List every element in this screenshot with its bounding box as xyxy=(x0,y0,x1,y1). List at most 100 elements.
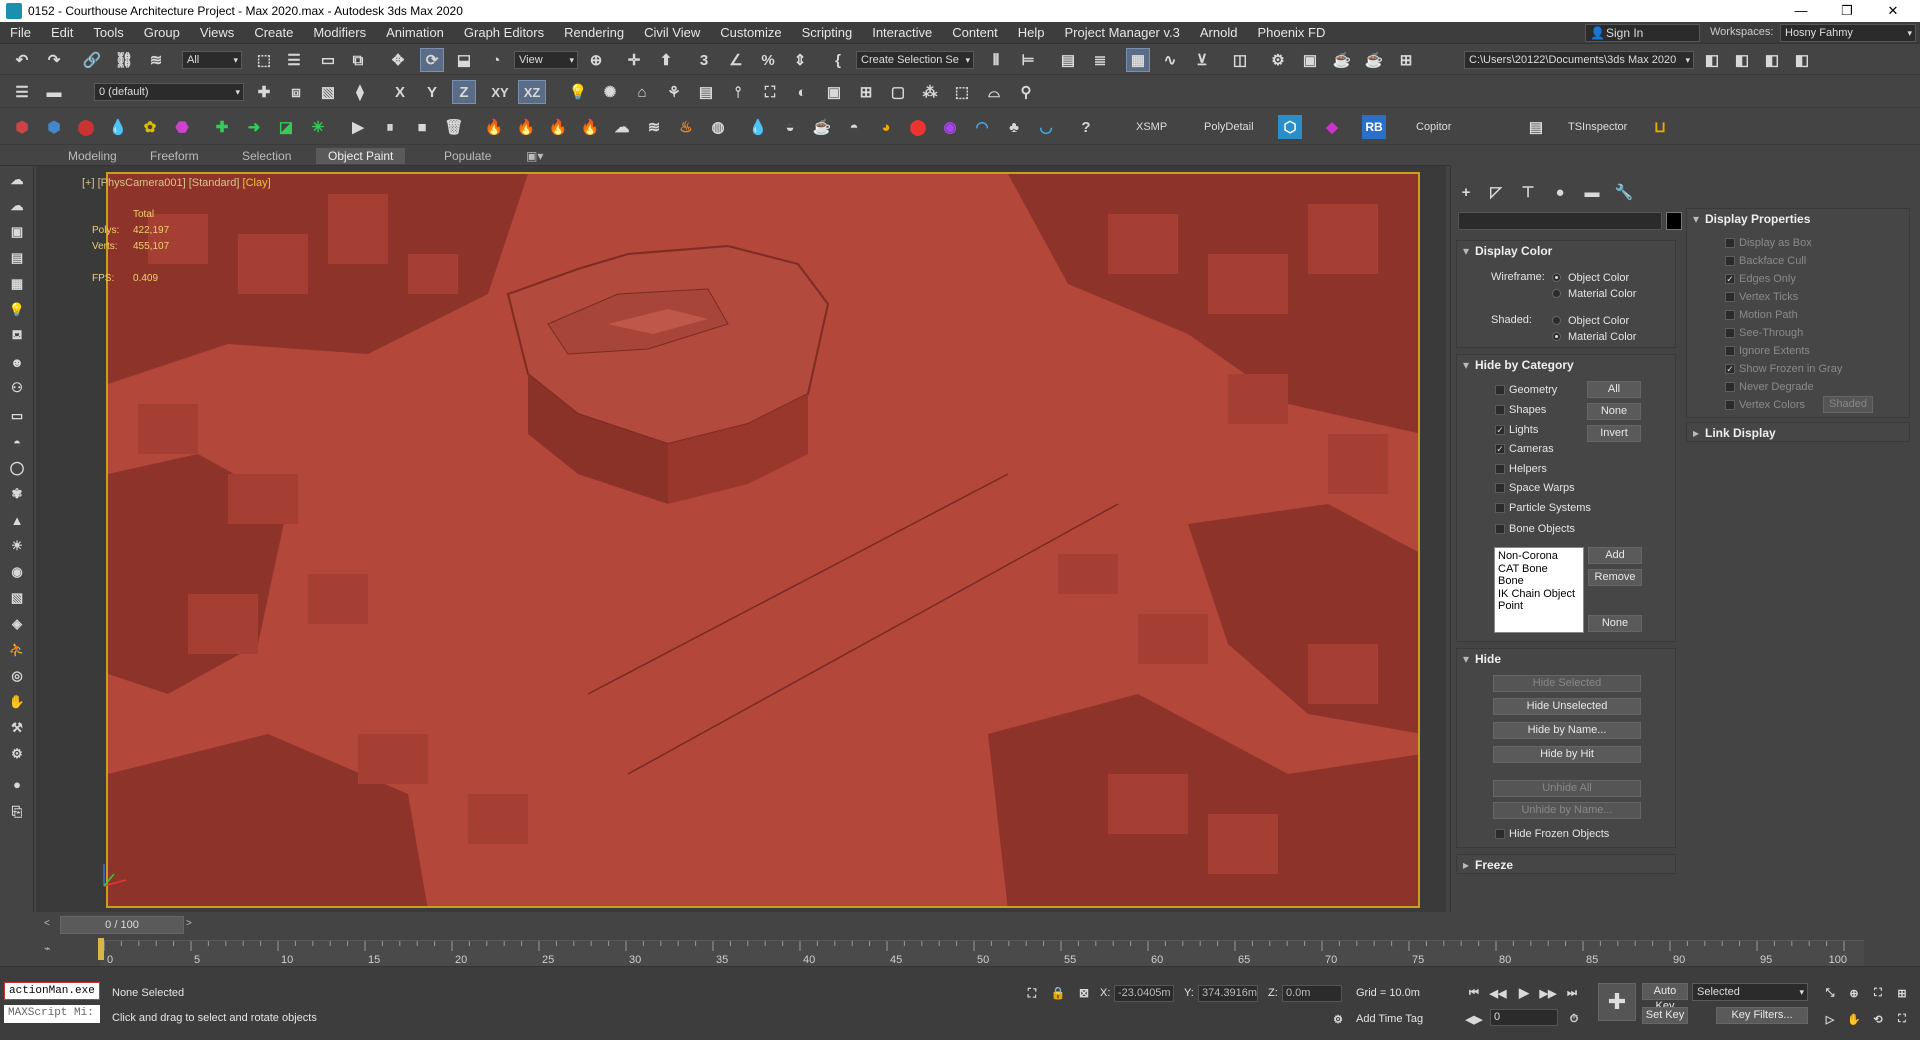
display-color-header[interactable]: Display Color xyxy=(1457,241,1675,261)
curve-mini-icon[interactable]: ⌁ xyxy=(44,942,60,958)
disc-icon[interactable]: ◉ xyxy=(5,560,29,584)
triangle-icon[interactable]: ▲ xyxy=(5,508,29,532)
space-warps-checkbox[interactable] xyxy=(1495,483,1505,493)
tool-icon-f[interactable]: ◐ xyxy=(790,80,814,104)
maximize-button[interactable]: ❐ xyxy=(1824,0,1870,22)
plugin-icon-6[interactable]: ⬣ xyxy=(170,115,194,139)
create-layer-icon[interactable]: ✚ xyxy=(252,80,276,104)
tab-populate[interactable]: Populate xyxy=(432,148,503,164)
time-slider[interactable]: 0 / 100 xyxy=(60,916,184,934)
goto-start-icon[interactable]: ⏮ xyxy=(1462,981,1486,1005)
menu-customize[interactable]: Customize xyxy=(710,25,791,40)
scale-icon[interactable]: ⬓ xyxy=(452,48,476,72)
mirror-icon[interactable]: ⫴ xyxy=(984,48,1008,72)
axis-y-button[interactable]: Y xyxy=(420,80,444,104)
menu-project-manager[interactable]: Project Manager v.3 xyxy=(1055,25,1190,40)
plugin-icon-10[interactable]: ✳ xyxy=(306,115,330,139)
menu-interactive[interactable]: Interactive xyxy=(862,25,942,40)
axis-xz-button[interactable]: XZ xyxy=(518,80,546,104)
category-list[interactable]: Non-Corona CAT Bone Bone IK Chain Object… xyxy=(1494,547,1584,633)
menu-help[interactable]: Help xyxy=(1008,25,1055,40)
cameras-checkbox[interactable]: ✓ xyxy=(1495,444,1505,454)
hide-selected-button[interactable]: Hide Selected xyxy=(1493,675,1641,692)
figure-icon[interactable]: ⛹ xyxy=(5,638,29,662)
axis-x-button[interactable]: X xyxy=(388,80,412,104)
category-all-button[interactable]: All xyxy=(1587,381,1641,398)
menu-tools[interactable]: Tools xyxy=(83,25,133,40)
hide-by-name-button[interactable]: Hide by Name... xyxy=(1493,722,1641,739)
head-icon[interactable]: ☻ xyxy=(5,350,29,374)
sphere-icon[interactable]: ◍ xyxy=(706,115,730,139)
add-time-tag-button[interactable]: Add Time Tag xyxy=(1356,1013,1423,1025)
object-name-field[interactable] xyxy=(1458,212,1662,230)
selection-filter-dropdown[interactable]: All xyxy=(182,51,242,69)
undo-icon[interactable]: ↶ xyxy=(10,48,34,72)
select-object-icon[interactable]: ⬚ xyxy=(252,48,276,72)
circle-icon[interactable]: ◯ xyxy=(5,456,29,480)
hide-unselected-button[interactable]: Hide Unselected xyxy=(1493,698,1641,715)
select-in-layer-icon[interactable]: ▧ xyxy=(316,80,340,104)
named-selection-set-dropdown[interactable]: Create Selection Se xyxy=(856,51,974,69)
tool-icon-i[interactable]: ▢ xyxy=(886,80,910,104)
viewport-shading-label[interactable]: [Standard] xyxy=(189,177,240,189)
menu-rendering[interactable]: Rendering xyxy=(554,25,634,40)
goto-end-icon[interactable]: ⏭ xyxy=(1560,981,1584,1005)
angle-snap-icon[interactable]: ∠ xyxy=(724,48,748,72)
people-icon[interactable]: ⚇ xyxy=(5,376,29,400)
list-item[interactable]: Bone xyxy=(1498,575,1580,588)
tool-icon-j[interactable]: ⁂ xyxy=(918,80,942,104)
cup-icon[interactable]: ☕ xyxy=(810,115,834,139)
pan-icon[interactable]: ✋ xyxy=(1842,1007,1866,1031)
backface-cull-checkbox[interactable] xyxy=(1725,256,1735,266)
edges-only-checkbox[interactable]: ✓ xyxy=(1725,274,1735,284)
edit-named-selections-icon[interactable]: { xyxy=(826,48,850,72)
project-icon-3[interactable]: ◧ xyxy=(1760,48,1784,72)
zoom-all-icon[interactable]: ⊕ xyxy=(1842,981,1866,1005)
hide-frozen-checkbox[interactable] xyxy=(1495,829,1505,839)
fire-icon-2[interactable]: 🔥 xyxy=(514,115,538,139)
ribbon-options-icon[interactable]: ▣▾ xyxy=(514,148,555,164)
tool-icon-e[interactable]: ⛶ xyxy=(758,80,782,104)
rect-selection-icon[interactable]: ▭ xyxy=(316,48,340,72)
hammer-icon[interactable]: ⚒ xyxy=(5,716,29,740)
align-icon[interactable]: ⊨ xyxy=(1016,48,1040,72)
wireframe-object-color-radio[interactable] xyxy=(1552,273,1561,282)
light-bulb-icon[interactable]: 💡 xyxy=(5,298,29,322)
stop-sim-icon[interactable]: ■ xyxy=(410,115,434,139)
helpers-checkbox[interactable] xyxy=(1495,464,1505,474)
key-set-dropdown[interactable]: Selected xyxy=(1692,983,1808,1001)
project-folder-dropdown[interactable]: C:\Users\20122\Documents\3ds Max 2020 xyxy=(1464,51,1694,69)
rotate-icon[interactable]: ⟳ xyxy=(420,48,444,72)
zoom-icon[interactable]: ⤡ xyxy=(1818,981,1842,1005)
tab-modeling[interactable]: Modeling xyxy=(56,148,129,164)
tab-freeform[interactable]: Freeform xyxy=(138,148,211,164)
globe-icon[interactable]: ◎ xyxy=(5,664,29,688)
diamond-plugin-icon[interactable]: ◆ xyxy=(1320,115,1344,139)
tab-selection[interactable]: Selection xyxy=(230,148,303,164)
axis-z-button[interactable]: Z xyxy=(452,80,476,104)
menu-animation[interactable]: Animation xyxy=(376,25,454,40)
shaded-object-color-radio[interactable] xyxy=(1552,316,1561,325)
current-frame-field[interactable]: 0 xyxy=(1490,1009,1558,1026)
viewport-style-label[interactable]: [Clay] xyxy=(243,177,271,189)
menu-file[interactable]: File xyxy=(0,25,41,40)
show-frozen-gray-checkbox[interactable]: ✓ xyxy=(1725,364,1735,374)
plant-icon[interactable]: ✾ xyxy=(5,482,29,506)
ball-icon[interactable]: ◉ xyxy=(938,115,962,139)
menu-arnold[interactable]: Arnold xyxy=(1190,25,1248,40)
close-button[interactable]: ✕ xyxy=(1870,0,1916,22)
display-tab-icon[interactable]: ▬ xyxy=(1580,180,1604,204)
never-degrade-checkbox[interactable] xyxy=(1725,382,1735,392)
sphere-left-icon[interactable]: ● xyxy=(5,772,29,796)
menu-edit[interactable]: Edit xyxy=(41,25,83,40)
project-icon-1[interactable]: ◧ xyxy=(1700,48,1724,72)
track-bar[interactable]: 0 5 10 15 20 25 30 35 40 45 50 55 60 65 70 75 80 85 90 95 10… xyxy=(100,940,1864,966)
shapes-checkbox[interactable] xyxy=(1495,405,1505,415)
copitor-button[interactable]: Copitor xyxy=(1416,121,1451,133)
tool-icon-k[interactable]: ⬚ xyxy=(950,80,974,104)
help-icon[interactable]: ? xyxy=(1074,115,1098,139)
unlink-icon[interactable]: ⛓ xyxy=(112,48,136,72)
plugin-icon-2[interactable]: ⬢ xyxy=(42,115,66,139)
menu-scripting[interactable]: Scripting xyxy=(792,25,863,40)
hierarchy-tab-icon[interactable]: ⊤ xyxy=(1516,180,1540,204)
